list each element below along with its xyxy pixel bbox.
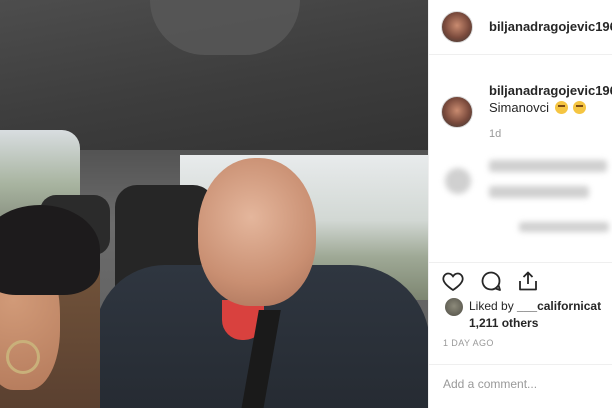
caption-username[interactable]: biljanadragojevic1969: [489, 83, 612, 98]
passenger-earring: [6, 340, 40, 374]
avatar[interactable]: [441, 11, 473, 43]
liked-by-user[interactable]: ___californicat: [517, 299, 601, 313]
post-age[interactable]: 1 DAY AGO: [443, 338, 494, 348]
post-photo[interactable]: [0, 0, 428, 408]
share-icon[interactable]: [516, 269, 540, 293]
liked-by-line: Liked by ___californicat: [469, 299, 601, 313]
liker-avatar[interactable]: [445, 298, 463, 316]
post-header: biljanadragojevic1969: [429, 0, 612, 55]
thinking-emoji-icon: [573, 101, 587, 114]
blurred-comment-line: [489, 186, 589, 198]
caption-text-value: Simanovci: [489, 100, 549, 115]
post-side-panel: biljanadragojevic1969 biljanadragojevic1…: [428, 0, 612, 408]
action-bar: [429, 262, 612, 297]
liked-by-prefix: Liked by: [469, 299, 514, 313]
blurred-comment-avatar: [445, 168, 471, 194]
add-comment-bar: [429, 364, 612, 408]
caption-avatar[interactable]: [441, 96, 473, 128]
comment-icon[interactable]: [479, 269, 503, 293]
instagram-post: biljanadragojevic1969 biljanadragojevic1…: [0, 0, 612, 408]
heart-icon[interactable]: [441, 269, 465, 293]
likes-others-link[interactable]: 1,211 others: [469, 316, 538, 330]
caption-text: Simanovci: [489, 100, 587, 115]
driver-head: [198, 158, 316, 306]
blurred-comment-line: [519, 222, 609, 232]
header-username[interactable]: biljanadragojevic1969: [489, 19, 612, 34]
blurred-comment-line: [489, 160, 607, 172]
caption-time: 1d: [489, 128, 502, 140]
add-comment-input[interactable]: [443, 377, 603, 391]
tongue-out-emoji-icon: [554, 101, 568, 114]
